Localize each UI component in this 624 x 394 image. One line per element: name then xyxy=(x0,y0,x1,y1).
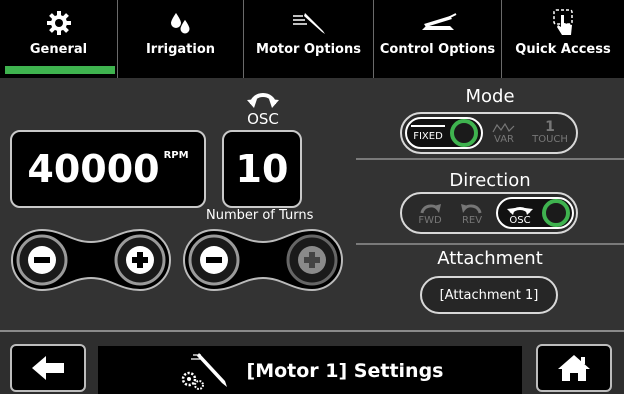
speed-stepper xyxy=(10,228,172,292)
speed-increase-button[interactable] xyxy=(114,234,166,286)
attachment-title: Attachment xyxy=(437,248,543,269)
gear-icon xyxy=(46,8,72,38)
direction-option-fwd[interactable]: FWD xyxy=(410,194,450,232)
bottom-bar: [Motor 1] Settings xyxy=(0,330,624,394)
mode-title: Mode xyxy=(465,86,515,107)
direction-option-osc[interactable]: OSC xyxy=(500,194,540,232)
settings-panel: OSC 40000 RPM 10 Number of Turns Mode FI… xyxy=(0,78,624,330)
home-icon xyxy=(558,355,590,381)
mode-option-label: TOUCH xyxy=(532,134,568,145)
direction-option-rev[interactable]: REV xyxy=(452,194,492,232)
mode-option-label: FIXED xyxy=(413,130,443,142)
separator xyxy=(356,243,624,245)
speed-decrease-button[interactable] xyxy=(16,234,68,286)
foot-pedal-icon xyxy=(418,8,458,38)
direction-option-label: FWD xyxy=(418,214,442,226)
touch-hand-icon xyxy=(550,8,576,38)
tab-general[interactable]: General xyxy=(0,0,118,78)
tab-control-options[interactable]: Control Options xyxy=(374,0,502,78)
back-button[interactable] xyxy=(10,344,86,392)
oscillate-icon xyxy=(232,90,294,110)
osc-label: OSC xyxy=(247,110,279,128)
tab-bar: General Irrigation Motor Options Control… xyxy=(0,0,624,78)
turns-display: 10 xyxy=(222,130,302,208)
direction-selector: FWD REV OSC xyxy=(400,192,578,234)
speed-unit: RPM xyxy=(163,150,189,161)
page-title: [Motor 1] Settings xyxy=(246,360,444,382)
mode-selector: FIXED VAR 1 TOUCH xyxy=(400,112,578,154)
motor-settings-icon xyxy=(181,353,227,390)
tab-label: Motor Options xyxy=(256,42,361,57)
direction-option-label: REV xyxy=(461,214,483,226)
active-tab-indicator xyxy=(5,66,115,74)
water-drops-icon xyxy=(168,8,194,38)
tab-label: Control Options xyxy=(379,42,496,57)
direction-title: Direction xyxy=(449,170,531,191)
reverse-rotate-icon xyxy=(461,203,482,213)
speed-display: 40000 RPM xyxy=(10,130,206,208)
mode-option-touch[interactable]: 1 TOUCH xyxy=(526,114,574,152)
tab-irrigation[interactable]: Irrigation xyxy=(118,0,244,78)
turns-caption: Number of Turns xyxy=(206,208,314,223)
direction-selected-indicator xyxy=(542,199,570,227)
tab-motor-options[interactable]: Motor Options xyxy=(244,0,374,78)
separator xyxy=(356,158,624,160)
wave-icon xyxy=(492,122,515,132)
tab-quick-access[interactable]: Quick Access xyxy=(502,0,624,78)
oscillate-icon xyxy=(507,206,533,215)
turns-value: 10 xyxy=(235,147,289,191)
fixed-line-icon xyxy=(411,124,445,127)
home-button[interactable] xyxy=(536,344,612,392)
direction-option-label: OSC xyxy=(509,214,531,226)
back-arrow-icon xyxy=(32,356,64,380)
mode-option-fixed[interactable]: FIXED xyxy=(408,114,448,152)
tab-label: Irrigation xyxy=(145,42,216,57)
turns-stepper xyxy=(182,228,344,292)
forward-rotate-icon xyxy=(420,203,441,213)
page-title-bar: [Motor 1] Settings xyxy=(98,346,522,394)
osc-caption: OSC xyxy=(232,90,294,128)
attachment-select-button[interactable]: [Attachment 1] xyxy=(420,276,558,314)
touch-number: 1 xyxy=(545,119,555,135)
tab-label: Quick Access xyxy=(515,42,611,57)
mode-selected-indicator xyxy=(450,119,478,147)
turns-decrease-button[interactable] xyxy=(188,234,240,286)
mode-option-label: VAR xyxy=(494,133,514,145)
turns-increase-button[interactable] xyxy=(286,234,338,286)
tab-label: General xyxy=(29,42,88,57)
speed-value: 40000 xyxy=(27,147,160,191)
motor-handpiece-icon xyxy=(289,8,329,38)
mode-option-var[interactable]: VAR xyxy=(486,114,522,152)
